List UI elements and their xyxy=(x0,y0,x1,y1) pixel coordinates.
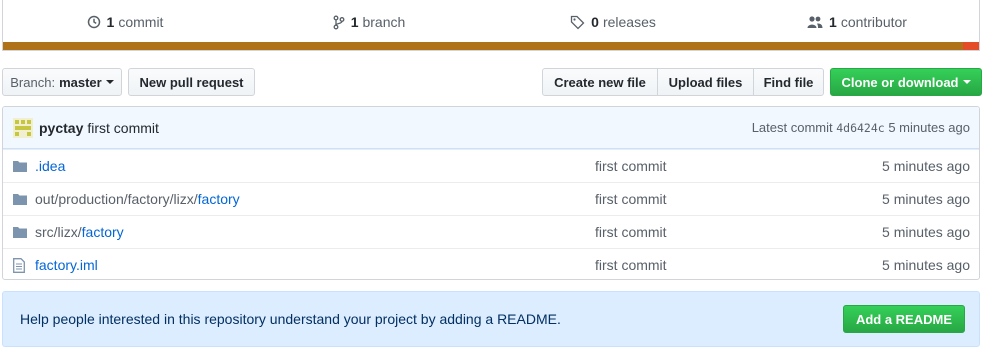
tag-icon xyxy=(570,15,585,29)
file-commit-message[interactable]: first commit xyxy=(595,158,795,174)
commit-sha[interactable]: 4d6424c xyxy=(836,121,884,135)
file-path-prefix: out/production/factory/lizx/ xyxy=(35,191,198,207)
contributors-count: 1 xyxy=(829,14,837,30)
file-age: 5 minutes ago xyxy=(882,257,970,273)
file-path-prefix: src/lizx/ xyxy=(35,224,82,240)
numbers-summary: 1 commit 1 branch 0 releases 1 contribut… xyxy=(3,0,979,44)
commit-age: 5 minutes ago xyxy=(888,120,970,135)
branches-count: 1 xyxy=(350,14,359,30)
people-icon xyxy=(807,16,823,28)
readme-prompt-text: Help people interested in this repositor… xyxy=(20,311,561,327)
file-name: factory.iml xyxy=(35,257,595,273)
readme-prompt: Help people interested in this repositor… xyxy=(2,291,980,347)
clone-or-download-label: Clone or download xyxy=(841,74,959,90)
table-row: .idea first commit 5 minutes ago xyxy=(3,149,979,182)
new-pull-request-button[interactable]: New pull request xyxy=(128,68,255,96)
file-commit-message[interactable]: first commit xyxy=(595,224,795,240)
branch-label: Branch: xyxy=(10,74,56,90)
file-link[interactable]: .idea xyxy=(35,158,65,174)
file-name: src/lizx/factory xyxy=(35,224,595,240)
language-segment-html[interactable] xyxy=(963,42,979,50)
commit-author[interactable]: pyctay xyxy=(39,120,83,136)
file-name: out/production/factory/lizx/factory xyxy=(35,191,595,207)
folder-icon xyxy=(13,160,29,172)
latest-commit-label: Latest commit xyxy=(751,120,833,135)
upload-files-button[interactable]: Upload files xyxy=(657,68,754,96)
table-row: src/lizx/factory first commit 5 minutes … xyxy=(3,215,979,248)
releases-label: releases xyxy=(602,14,656,30)
folder-icon xyxy=(13,193,29,205)
branches-link[interactable]: 1 branch xyxy=(247,14,491,30)
commits-count: 1 xyxy=(106,14,115,30)
branch-select-button[interactable]: Branch: master xyxy=(2,68,122,96)
commits-link[interactable]: 1 commit xyxy=(3,14,247,30)
file-text-icon xyxy=(13,257,29,273)
avatar[interactable] xyxy=(13,117,33,138)
add-readme-button[interactable]: Add a README xyxy=(842,305,965,333)
create-new-file-button[interactable]: Create new file xyxy=(542,68,658,96)
latest-commit: Latest commit 4d6424c 5 minutes ago xyxy=(752,120,970,135)
clone-or-download-button[interactable]: Clone or download xyxy=(830,68,982,96)
language-bar[interactable] xyxy=(3,42,979,50)
file-commit-message[interactable]: first commit xyxy=(595,257,795,273)
releases-count: 0 xyxy=(591,14,599,30)
file-age: 5 minutes ago xyxy=(882,224,970,240)
file-age: 5 minutes ago xyxy=(882,158,970,174)
branches-label: branch xyxy=(362,14,406,30)
commit-message[interactable]: first commit xyxy=(87,120,159,136)
commit-tease: pyctay first commit Latest commit 4d6424… xyxy=(3,107,979,149)
folder-icon xyxy=(13,226,29,238)
file-name: .idea xyxy=(35,158,595,174)
find-file-button[interactable]: Find file xyxy=(753,68,824,96)
language-segment-java[interactable] xyxy=(3,42,963,50)
caret-down-icon xyxy=(962,80,971,84)
contributors-link[interactable]: 1 contributor xyxy=(735,14,979,30)
table-row: factory.iml first commit 5 minutes ago xyxy=(3,248,979,279)
commits-label: commit xyxy=(118,14,164,30)
caret-down-icon xyxy=(105,80,114,84)
file-age: 5 minutes ago xyxy=(882,191,970,207)
file-table: pyctay first commit Latest commit 4d6424… xyxy=(2,106,980,280)
git-branch-icon xyxy=(333,15,345,29)
releases-link[interactable]: 0 releases xyxy=(491,14,735,30)
table-row: out/production/factory/lizx/factory firs… xyxy=(3,182,979,215)
file-link[interactable]: factory xyxy=(198,191,240,207)
branch-value: master xyxy=(59,74,102,90)
file-commit-message[interactable]: first commit xyxy=(595,191,795,207)
contributors-label: contributor xyxy=(840,14,907,30)
history-icon xyxy=(87,15,100,29)
repository-summary: 1 commit 1 branch 0 releases 1 contribut… xyxy=(2,0,980,51)
file-navigation-group: Create new file Upload files Find file xyxy=(542,68,824,96)
file-link[interactable]: factory.iml xyxy=(35,257,98,273)
file-link[interactable]: factory xyxy=(82,224,124,240)
